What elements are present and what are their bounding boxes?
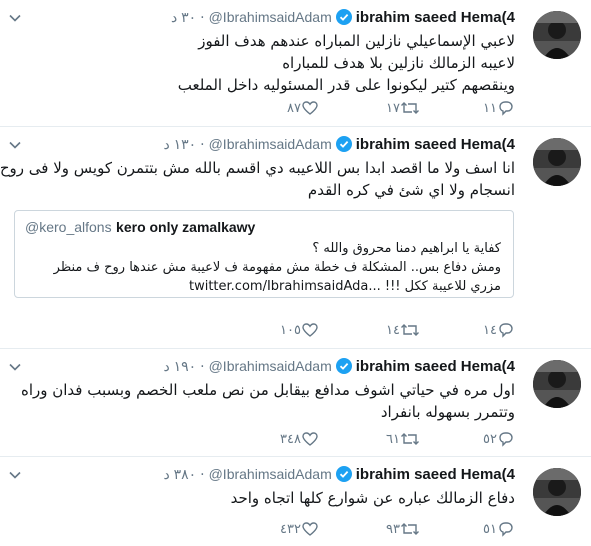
verified-badge-icon (335, 136, 352, 157)
reply-button[interactable]: ٥١ (475, 519, 515, 539)
heart-icon (301, 99, 319, 117)
reply-button[interactable]: ١١ (475, 98, 515, 118)
reply-button[interactable]: ١٤ (475, 320, 515, 340)
tweet-text-line: لاعبي الإسماعيلي نازلين المباراه عندهم ه… (198, 32, 515, 50)
reply-count: ٥٢ (483, 431, 497, 447)
chevron-down-icon[interactable] (8, 467, 22, 481)
retweet-count: ٩٣ (386, 521, 400, 537)
handle[interactable]: @IbrahimsaidAdam (209, 358, 332, 374)
like-button[interactable]: ٣٤٨ (272, 429, 319, 449)
retweet-icon (400, 520, 420, 538)
retweet-button[interactable]: ٦١ (378, 429, 420, 449)
tweet-header: ibrahim saeed Hema(4 @IbrahimsaidAdam·١٩٠… (163, 357, 515, 379)
retweet-count: ٦١ (386, 431, 400, 447)
reply-button[interactable]: ٥٢ (475, 429, 515, 449)
handle[interactable]: @IbrahimsaidAdam (209, 9, 332, 25)
tweet[interactable]: ibrahim saeed Hema(4 @IbrahimsaidAdam·١٣٠… (0, 127, 591, 349)
avatar[interactable] (533, 11, 581, 59)
heart-icon (301, 430, 319, 448)
tweet[interactable]: ibrahim saeed Hema(4 @IbrahimsaidAdam·٣٠ … (0, 0, 591, 127)
quoted-tweet-header: @kero_alfons kero only zamalkawy (25, 219, 255, 236)
tweet-actions: ٥١ ٩٣ ٤٣٢ (95, 519, 515, 539)
tweet-header: ibrahim saeed Hema(4 @IbrahimsaidAdam·١٣٠… (163, 135, 515, 157)
verified-badge-icon (335, 358, 352, 379)
chevron-down-icon[interactable] (8, 137, 22, 151)
retweet-button[interactable]: ١٧ (378, 98, 420, 118)
tweet-actions: ١١ ١٧ ٨٧ (95, 98, 515, 118)
reply-icon (497, 520, 515, 538)
quoted-text-line: كفاية يا ابراهيم دمنا محروق والله ؟ (312, 241, 501, 256)
retweet-icon (400, 430, 420, 448)
quoted-text-line: ومش دفاع بس.. المشكلة ف خطة مش مفهومة ف … (53, 260, 501, 275)
timestamp[interactable]: ١٩٠ د (163, 358, 196, 374)
reply-count: ٥١ (483, 521, 497, 537)
avatar[interactable] (533, 468, 581, 516)
tweet-text: دفاع الزمالك عباره عن شوارع كلها اتجاه و… (15, 487, 515, 509)
heart-icon (301, 520, 319, 538)
like-button[interactable]: ١٠٥ (272, 320, 319, 340)
chevron-down-icon[interactable] (8, 10, 22, 24)
retweet-icon (400, 99, 420, 117)
chevron-down-icon[interactable] (8, 359, 22, 373)
separator-dot: · (200, 467, 205, 483)
tweet[interactable]: ibrahim saeed Hema(4 @IbrahimsaidAdam·٣٨٠… (0, 457, 591, 546)
timestamp[interactable]: ٣٠ د (171, 9, 196, 25)
verified-badge-icon (335, 466, 352, 487)
tweet-text-line: وينقصهم كتير ليكونوا على قدر المسئوليه د… (177, 76, 515, 94)
like-count: ١٠٥ (280, 322, 301, 338)
tweet-text-line: وتتمرر بسهوله بانفراد (380, 403, 515, 421)
tweet-text-line: انا اسف ولا ما اقصد ابدا بس اللاعيبه دي … (0, 159, 515, 177)
display-name[interactable]: ibrahim saeed Hema(4 (356, 136, 515, 153)
tweet-text-line: انسجام ولا اي شئ في كره القدم (307, 181, 515, 199)
like-count: ٨٧ (287, 100, 301, 116)
separator-dot: · (200, 10, 205, 26)
reply-icon (497, 99, 515, 117)
like-button[interactable]: ٤٣٢ (272, 519, 319, 539)
reply-icon (497, 321, 515, 339)
tweet-text-line: لاعيبه الزمالك نازلين بلا هدف للمباراه (282, 54, 515, 72)
handle[interactable]: @IbrahimsaidAdam (209, 466, 332, 482)
like-count: ٣٤٨ (280, 431, 301, 447)
quoted-display-name: kero only zamalkawy (116, 219, 256, 235)
separator-dot: · (200, 359, 205, 375)
tweet-text: اول مره في حياتي اشوف مدافع بيقابل من نص… (15, 379, 515, 423)
tweet-text-line: اول مره في حياتي اشوف مدافع بيقابل من نص… (20, 381, 515, 399)
tweet[interactable]: ibrahim saeed Hema(4 @IbrahimsaidAdam·١٩٠… (0, 349, 591, 457)
retweet-button[interactable]: ١٤ (378, 320, 420, 340)
reply-count: ١٤ (483, 322, 497, 338)
heart-icon (301, 321, 319, 339)
retweet-button[interactable]: ٩٣ (378, 519, 420, 539)
avatar[interactable] (533, 138, 581, 186)
quoted-text-line: مزري للاعيبة ككل !!! ...twitter.com/Ibra… (188, 279, 501, 294)
reply-count: ١١ (483, 100, 497, 116)
tweet-feed: ibrahim saeed Hema(4@IbrahimsaidAdam·٣٠ … (0, 0, 591, 546)
display-name[interactable]: ibrahim saeed Hema(4 (356, 9, 515, 26)
tweet-actions: ٥٢ ٦١ ٣٤٨ (95, 429, 515, 449)
quoted-tweet[interactable]: @kero_alfons kero only zamalkawy كفاية ي… (14, 210, 514, 298)
quoted-tweet-text: كفاية يا ابراهيم دمنا محروق والله ؟ ومش … (25, 239, 501, 296)
display-name[interactable]: ibrahim saeed Hema(4 (356, 358, 515, 375)
handle[interactable]: @IbrahimsaidAdam (209, 136, 332, 152)
avatar[interactable] (533, 360, 581, 408)
separator-dot: · (200, 137, 205, 153)
retweet-count: ١٧ (386, 100, 400, 116)
reply-icon (497, 430, 515, 448)
retweet-icon (400, 321, 420, 339)
tweet-text: لاعبي الإسماعيلي نازلين المباراه عندهم ه… (15, 30, 515, 96)
timestamp[interactable]: ١٣٠ د (163, 136, 196, 152)
quoted-handle: @kero_alfons (25, 219, 112, 235)
display-name[interactable]: ibrahim saeed Hema(4 (356, 466, 515, 483)
retweet-count: ١٤ (386, 322, 400, 338)
tweet-header: ibrahim saeed Hema(4 @IbrahimsaidAdam·٣٨٠… (163, 465, 515, 487)
tweet-actions: ١٤ ١٤ ١٠٥ (95, 320, 515, 340)
like-button[interactable]: ٨٧ (279, 98, 319, 118)
tweet-text-line: دفاع الزمالك عباره عن شوارع كلها اتجاه و… (230, 489, 515, 507)
timestamp[interactable]: ٣٨٠ د (163, 466, 196, 482)
verified-badge-icon (335, 9, 352, 30)
tweet-header: ibrahim saeed Hema(4 @IbrahimsaidAdam·٣٠ … (171, 8, 515, 30)
tweet-text: انا اسف ولا ما اقصد ابدا بس اللاعيبه دي … (0, 157, 515, 201)
like-count: ٤٣٢ (280, 521, 301, 537)
